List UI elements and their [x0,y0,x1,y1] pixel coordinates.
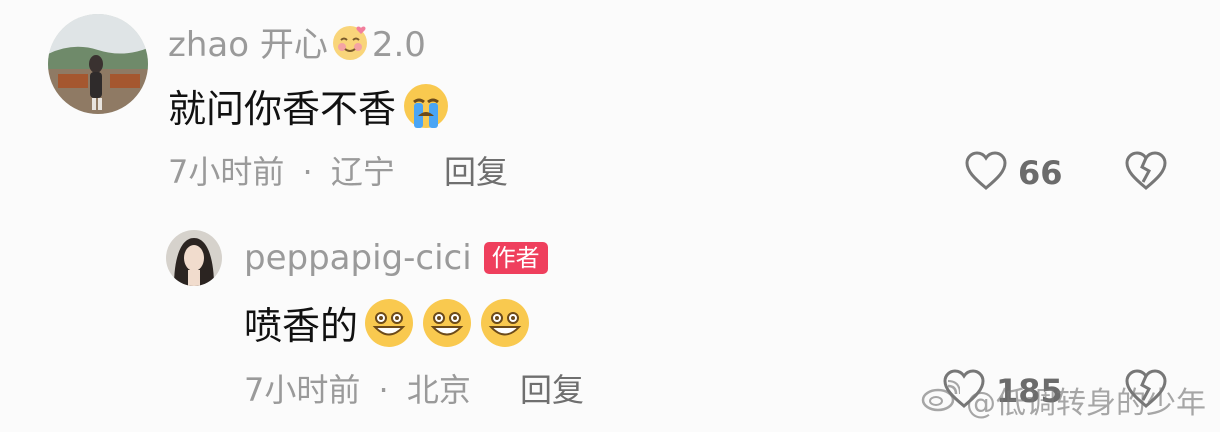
meta-separator: · [378,371,389,409]
broken-heart-icon [1124,151,1168,196]
watermark: @低调转身的少年 [920,378,1206,422]
reply-username[interactable]: peppapig-cici 作者 [244,241,548,275]
grinning-face-icon [362,296,416,356]
grinning-face-icon [478,296,532,356]
like-count: 66 [1018,154,1063,192]
comment-location: 辽宁 [330,153,395,191]
reply-button[interactable]: 回复 [520,374,584,406]
grinning-face-icon [420,296,474,356]
like-button[interactable]: 66 [964,150,1063,196]
smiling-face-with-hearts-icon [330,22,370,68]
comment-section: zhao 开心 2.0 就问你香不香 7小时前 · 辽宁 回复 66 peppa… [0,0,1220,432]
reply-meta: 7小时前 · 北京 [244,374,471,406]
comment-meta: 7小时前 · 辽宁 [168,156,395,188]
author-badge: 作者 [483,242,548,274]
watermark-text: @低调转身的少年 [966,386,1206,421]
comment-time: 7小时前 [168,153,285,191]
reply-button[interactable]: 回复 [444,156,508,188]
heart-icon [964,150,1008,196]
reply-time: 7小时前 [244,371,361,409]
avatar[interactable] [48,14,148,114]
reply-location: 北京 [406,371,471,409]
avatar[interactable] [166,230,222,286]
dislike-button[interactable] [1124,150,1168,196]
reply-content: 喷香的 [244,296,532,356]
weibo-icon [920,380,961,420]
comment-content: 就问你香不香 [168,80,452,138]
meta-separator: · [302,153,313,191]
crying-face-icon [400,80,452,138]
comment-username[interactable]: zhao 开心 2.0 [168,22,426,68]
